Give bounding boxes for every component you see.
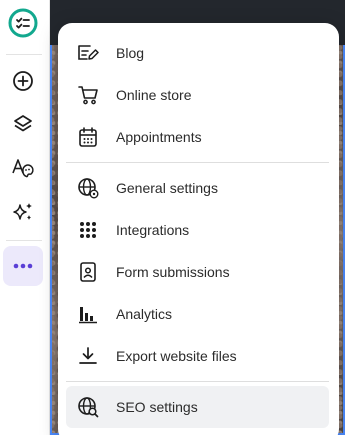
menu-item-label: Export website files: [116, 348, 237, 364]
menu-item-label: General settings: [116, 180, 218, 196]
download-icon: [77, 345, 99, 367]
menu-divider: [66, 381, 329, 382]
font-palette-icon: [12, 159, 34, 178]
menu-item-label: Online store: [116, 87, 192, 103]
menu-item-analytics[interactable]: Analytics: [66, 293, 329, 335]
rail-divider: [6, 240, 42, 241]
menu-item-label: Analytics: [116, 306, 173, 322]
bar-chart-icon: [77, 303, 99, 325]
menu-item-label: Appointments: [116, 129, 202, 145]
menu-item-label: SEO settings: [116, 399, 198, 415]
menu-item-form-submissions[interactable]: Form submissions: [66, 251, 329, 293]
more-button[interactable]: [3, 246, 43, 286]
menu-item-label: Form submissions: [116, 264, 230, 280]
left-toolbar: [0, 0, 50, 435]
calendar-icon: [77, 126, 99, 148]
theme-button[interactable]: [3, 147, 43, 187]
more-horizontal-icon: [13, 263, 33, 269]
menu-divider: [66, 162, 329, 163]
selection-border-left: [50, 45, 52, 435]
form-document-icon: [77, 261, 99, 283]
ai-assistant-button[interactable]: [3, 192, 43, 232]
menu-item-online-store[interactable]: Online store: [66, 74, 329, 116]
menu-item-integrations[interactable]: Integrations: [66, 209, 329, 251]
app-logo[interactable]: [3, 3, 43, 43]
menu-item-label: Blog: [116, 45, 145, 61]
menu-item-blog[interactable]: Blog: [66, 32, 329, 74]
add-circle-icon: [13, 71, 33, 91]
sparkles-icon: [13, 203, 32, 220]
layers-button[interactable]: [3, 104, 43, 144]
add-element-button[interactable]: [3, 61, 43, 101]
checklist-logo-icon: [8, 8, 38, 38]
menu-item-seo-settings[interactable]: SEO settings: [66, 386, 329, 428]
menu-item-appointments[interactable]: Appointments: [66, 116, 329, 158]
more-menu: Blog Online store Appointments General s…: [58, 23, 339, 435]
menu-item-general-settings[interactable]: General settings: [66, 167, 329, 209]
seo-search-globe-icon: [77, 396, 99, 418]
grid-dots-icon: [77, 219, 99, 241]
menu-item-label: Integrations: [116, 222, 190, 238]
globe-gear-icon: [77, 177, 99, 199]
blog-edit-icon: [77, 42, 99, 64]
rail-divider: [6, 54, 42, 55]
layers-icon: [14, 115, 32, 132]
menu-item-export-website-files[interactable]: Export website files: [66, 335, 329, 377]
shopping-cart-icon: [77, 84, 99, 106]
